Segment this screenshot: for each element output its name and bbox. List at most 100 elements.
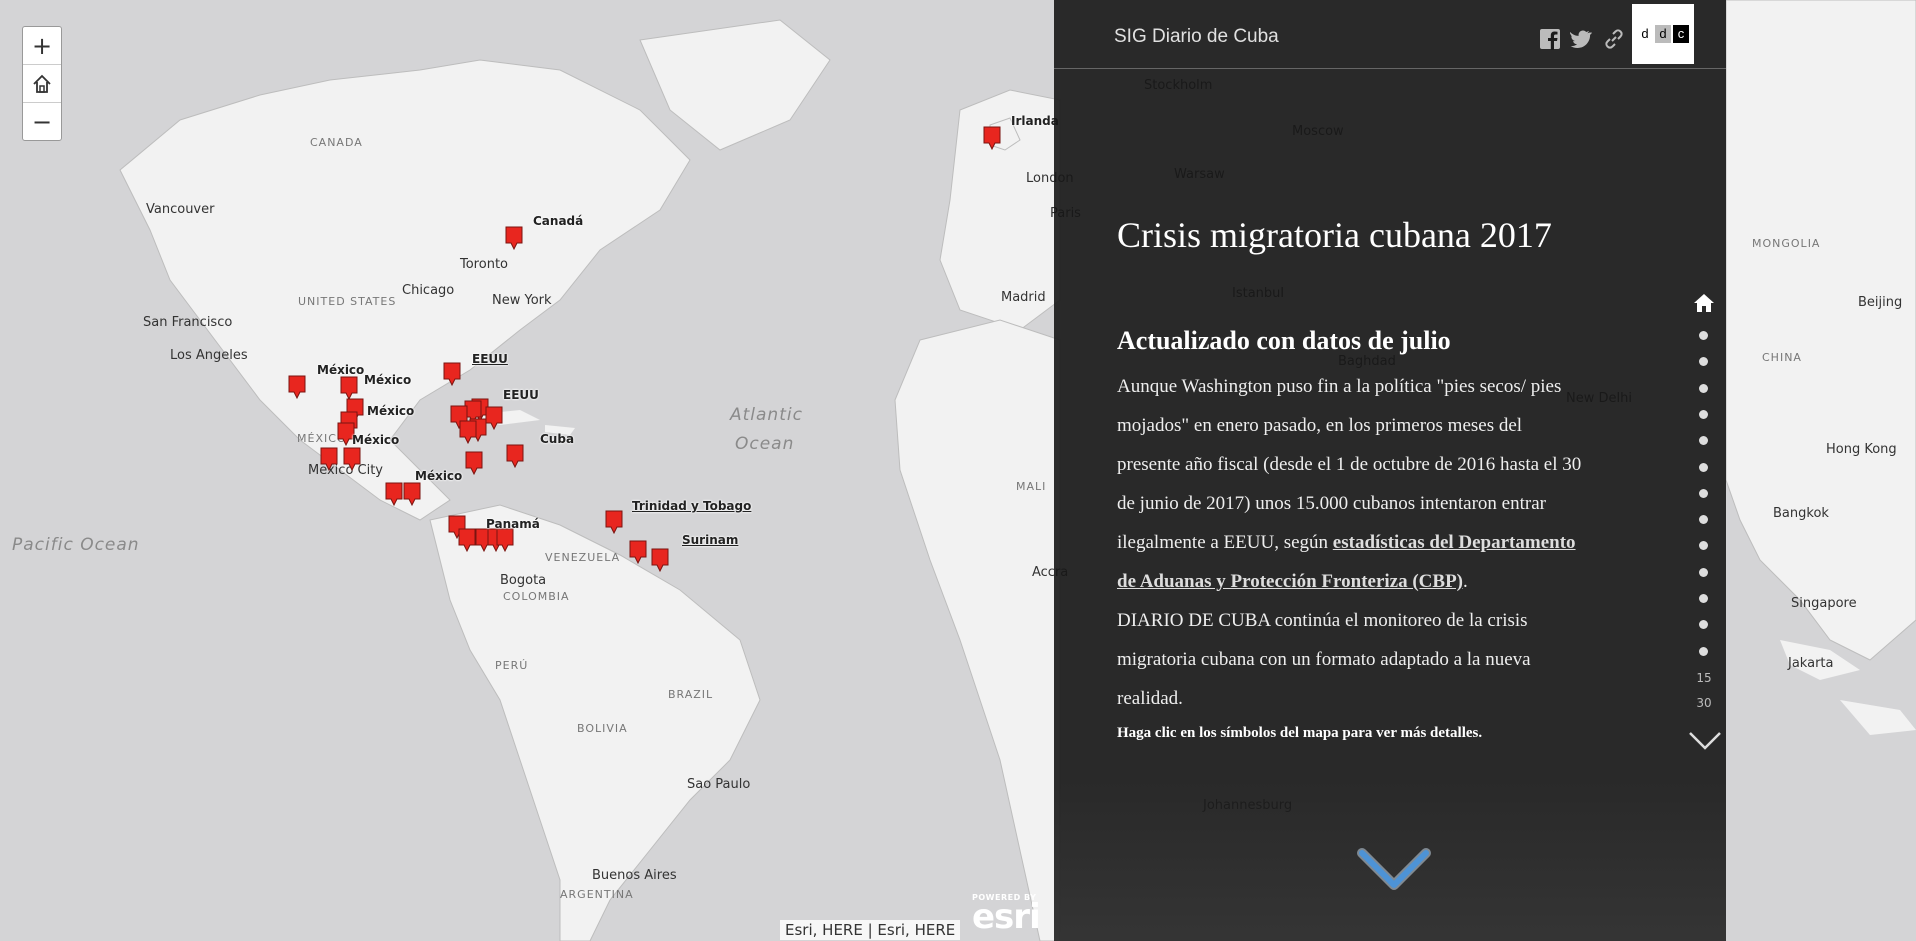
country-label: VENEZUELA — [545, 551, 621, 564]
country-label: CANADA — [310, 136, 363, 149]
marker-label[interactable]: México — [317, 363, 364, 377]
section-dot[interactable] — [1699, 383, 1708, 393]
map-marker-icon[interactable] — [343, 447, 361, 471]
marker-label[interactable]: EEUU — [503, 388, 539, 402]
city-label: Chicago — [402, 283, 455, 298]
city-label: Hong Kong — [1826, 442, 1897, 457]
city-label: Madrid — [1001, 290, 1046, 305]
section-dot[interactable] — [1699, 357, 1708, 367]
city-label: Singapore — [1791, 596, 1857, 611]
city-label: Buenos Aires — [592, 868, 677, 883]
marker-label[interactable]: EEUU — [472, 352, 508, 366]
facebook-icon[interactable] — [1539, 28, 1561, 50]
marker-label[interactable]: México — [415, 469, 462, 483]
zoom-in-button[interactable]: + — [23, 27, 61, 65]
map-marker-icon[interactable] — [496, 528, 514, 552]
logo-letter: d — [1637, 25, 1653, 43]
body-text: Aunque Washington puso fin a la política… — [1117, 376, 1582, 553]
marker-label[interactable]: México — [352, 433, 399, 447]
map-marker-icon[interactable] — [443, 362, 461, 386]
section-dot[interactable] — [1699, 541, 1708, 551]
map-attribution[interactable]: Esri, HERE | Esri, HERE — [780, 920, 961, 940]
zoom-out-button[interactable]: − — [23, 103, 61, 140]
ocean-label: Atlantic — [730, 405, 803, 425]
section-number[interactable]: 30 — [1689, 696, 1719, 710]
city-label: Bangkok — [1773, 506, 1829, 521]
city-label: Toronto — [460, 257, 508, 272]
marker-label[interactable]: Cuba — [540, 432, 574, 446]
city-label: San Francisco — [143, 315, 233, 330]
section-dot[interactable] — [1699, 646, 1708, 656]
country-label: MONGOLIA — [1752, 237, 1821, 250]
map-marker-icon[interactable] — [485, 406, 503, 430]
panel-header: SIG Diario de Cuba d d c — [1054, 0, 1726, 69]
section-dot[interactable] — [1699, 515, 1708, 525]
map-marker-icon[interactable] — [629, 540, 647, 564]
section-dot[interactable] — [1699, 488, 1708, 498]
city-label: New York — [492, 293, 552, 308]
country-label: MALI — [1016, 480, 1047, 493]
body-text: . — [1463, 571, 1468, 592]
marker-label[interactable]: Irlanda — [1011, 114, 1059, 128]
map-marker-icon[interactable] — [320, 447, 338, 471]
logo-letter: d — [1655, 25, 1671, 43]
marker-label[interactable]: México — [367, 404, 414, 418]
esri-wordmark: esri — [972, 897, 1041, 937]
link-icon[interactable] — [1603, 28, 1625, 50]
ddc-logo[interactable]: d d c — [1632, 4, 1694, 64]
map-marker-icon[interactable] — [288, 375, 306, 399]
story-subtitle: Actualizado con datos de julio — [1117, 326, 1451, 355]
city-label: Jakarta — [1788, 656, 1834, 671]
map-marker-icon[interactable] — [385, 482, 403, 506]
map-marker-icon[interactable] — [505, 226, 523, 250]
map-marker-icon[interactable] — [465, 451, 483, 475]
home-button[interactable] — [23, 65, 61, 103]
chevron-down-icon[interactable] — [1688, 730, 1722, 752]
section-number[interactable]: 15 — [1689, 671, 1719, 685]
marker-label[interactable]: Canadá — [533, 214, 583, 228]
section-dot[interactable] — [1699, 594, 1708, 603]
home-icon[interactable] — [1693, 292, 1715, 314]
app-title: SIG Diario de Cuba — [1114, 26, 1279, 47]
marker-label[interactable]: Panamá — [486, 517, 540, 531]
section-dot[interactable] — [1699, 409, 1708, 419]
map-marker-icon[interactable] — [459, 420, 477, 444]
zoom-control: + − — [22, 26, 62, 141]
section-dot[interactable] — [1699, 620, 1708, 630]
home-icon — [33, 74, 51, 93]
country-label: UNITED STATES — [298, 295, 397, 308]
twitter-icon[interactable] — [1570, 28, 1592, 50]
city-label: Beijing — [1858, 295, 1903, 310]
country-label: BOLIVIA — [577, 722, 628, 735]
country-label: CHINA — [1762, 351, 1802, 364]
story-panel: SIG Diario de Cuba d d c Crisis migrator… — [1054, 0, 1726, 941]
section-dot[interactable] — [1699, 436, 1708, 446]
map-marker-icon[interactable] — [403, 482, 421, 506]
ocean-label: Pacific Ocean — [12, 535, 140, 555]
logo-letter: c — [1673, 25, 1689, 43]
esri-logo[interactable]: POWERED BY esri — [972, 893, 1041, 937]
map-marker-icon[interactable] — [506, 444, 524, 468]
city-label: Sao Paulo — [687, 777, 751, 792]
body-text: DIARIO DE CUBA continúa el monitoreo de … — [1117, 610, 1531, 709]
marker-label[interactable]: México — [364, 373, 411, 387]
section-dot[interactable] — [1699, 567, 1708, 577]
section-dot[interactable] — [1699, 331, 1708, 340]
marker-label[interactable]: Trinidad y Tobago — [632, 499, 751, 513]
map-marker-icon[interactable] — [651, 548, 669, 572]
scroll-down-chevron-icon[interactable] — [1354, 845, 1434, 895]
marker-label[interactable]: Surinam — [682, 533, 738, 547]
map-marker-icon[interactable] — [605, 510, 623, 534]
country-label: PERÚ — [495, 659, 529, 672]
map-marker-icon[interactable] — [983, 126, 1001, 150]
country-label: ARGENTINA — [560, 888, 634, 901]
story-body: Aunque Washington puso fin a la política… — [1117, 367, 1587, 718]
country-label: COLOMBIA — [503, 590, 570, 603]
map-marker-icon[interactable] — [340, 376, 358, 400]
map-hint: Haga clic en los símbolos del mapa para … — [1117, 725, 1483, 741]
section-dot[interactable] — [1699, 462, 1708, 472]
city-label: Vancouver — [146, 202, 215, 217]
country-label: BRAZIL — [668, 688, 714, 701]
map-marker-icon[interactable] — [458, 528, 476, 552]
city-label: Bogota — [500, 573, 547, 588]
